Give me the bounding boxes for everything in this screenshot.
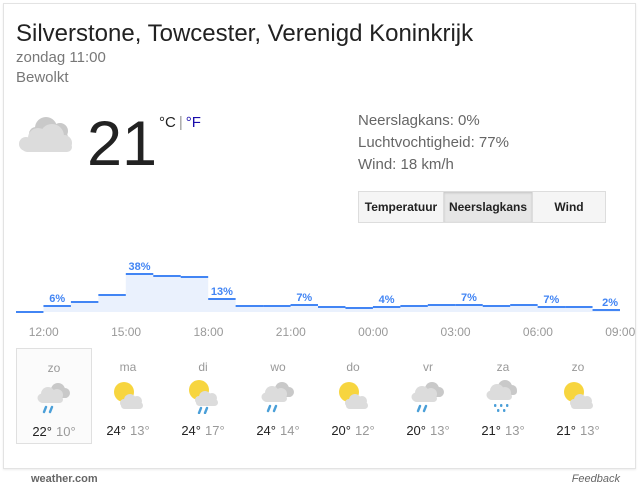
day-name: di <box>198 360 208 374</box>
day-temps: 24° 13° <box>91 423 165 438</box>
precipitation-chance: Neerslagkans: 0% <box>358 112 480 129</box>
partly-cloudy-icon <box>335 378 371 419</box>
day-forecast-zo[interactable]: zo 21° 13° <box>541 348 615 442</box>
location-title: Silverstone, Towcester, Verenigd Koninkr… <box>16 20 474 47</box>
time-label: 18:00 <box>193 325 224 339</box>
weather-details: Neerslagkans: 0% Luchtvochtigheid: 77% W… <box>358 110 509 176</box>
day-name: vr <box>423 360 433 374</box>
low-temp: 13° <box>430 423 450 438</box>
time-label: 12:00 <box>28 325 59 339</box>
current-temperature: 21 <box>87 109 158 179</box>
time-label: 00:00 <box>358 325 389 339</box>
precipitation-label: 6% <box>49 293 65 305</box>
tab-precipitation[interactable]: Neerslagkans <box>444 192 533 222</box>
day-temps: 20° 13° <box>391 423 465 438</box>
precipitation-chart: 6% 38% 13% 7% 4% 7% 7% 2% <box>16 262 620 313</box>
high-temp: 20° <box>331 423 351 438</box>
precipitation-label: 7% <box>543 294 559 306</box>
low-temp: 10° <box>56 424 76 439</box>
condition: Bewolkt <box>16 69 69 86</box>
day-forecast-wo[interactable]: wo 24° 14° <box>241 348 315 442</box>
time-label: 21:00 <box>275 325 306 339</box>
unit-toggle: °C | °F <box>159 114 201 131</box>
celsius-toggle[interactable]: °C <box>159 114 176 131</box>
cloud-rain-icon <box>36 379 72 420</box>
high-temp: 20° <box>406 423 426 438</box>
low-temp: 12° <box>355 423 375 438</box>
day-name: do <box>346 360 360 374</box>
day-temps: 21° 13° <box>541 423 615 438</box>
time-label: 15:00 <box>111 325 142 339</box>
day-temps: 20° 12° <box>316 423 390 438</box>
wind-speed: Wind: 18 km/h <box>358 156 454 173</box>
datetime: zondag 11:00 <box>16 49 106 66</box>
high-temp: 21° <box>556 423 576 438</box>
high-temp: 24° <box>256 423 276 438</box>
cloud-rain-icon <box>410 378 446 419</box>
precipitation-label: 38% <box>129 262 151 273</box>
time-label: 09:00 <box>605 325 636 339</box>
day-name: zo <box>571 360 585 374</box>
day-name: ma <box>119 360 137 374</box>
day-forecast-di[interactable]: di 24° 17° <box>166 348 240 442</box>
precipitation-label: 4% <box>379 294 395 306</box>
high-temp: 24° <box>181 423 201 438</box>
day-temps: 24° 14° <box>241 423 315 438</box>
chart-tabs: Temperatuur Neerslagkans Wind <box>358 191 606 223</box>
day-name: zo <box>47 361 61 375</box>
low-temp: 13° <box>580 423 600 438</box>
showers-icon <box>485 378 521 419</box>
precipitation-label: 7% <box>461 292 477 304</box>
low-temp: 14° <box>280 423 300 438</box>
time-label: 03:00 <box>440 325 471 339</box>
fahrenheit-toggle[interactable]: °F <box>186 114 201 131</box>
day-forecast-vr[interactable]: vr 20° 13° <box>391 348 465 442</box>
feedback-link[interactable]: Feedback <box>572 473 620 485</box>
day-name: wo <box>270 360 286 374</box>
tab-temperature[interactable]: Temperatuur <box>359 192 444 222</box>
low-temp: 17° <box>205 423 225 438</box>
time-label: 06:00 <box>522 325 553 339</box>
day-forecast-za[interactable]: za 21° 13° <box>466 348 540 442</box>
low-temp: 13° <box>130 423 150 438</box>
partly-cloudy-icon <box>110 378 146 419</box>
time-axis: 12:00 15:00 18:00 21:00 00:00 03:00 06:00 09:00 <box>16 325 636 341</box>
precipitation-label: 13% <box>211 286 233 298</box>
high-temp: 21° <box>481 423 501 438</box>
day-temps: 24° 17° <box>166 423 240 438</box>
precipitation-label: 7% <box>296 292 312 304</box>
high-temp: 24° <box>106 423 126 438</box>
day-forecast-do[interactable]: do 20° 12° <box>316 348 390 442</box>
high-temp: 22° <box>32 424 52 439</box>
precipitation-label: 2% <box>602 297 618 309</box>
cloudy-icon <box>16 112 80 165</box>
day-temps: 21° 13° <box>466 423 540 438</box>
source-link[interactable]: weather.com <box>31 473 98 485</box>
partly-cloudy-icon <box>560 378 596 419</box>
low-temp: 13° <box>505 423 525 438</box>
day-forecast-zo[interactable]: zo 22° 10° <box>16 348 92 444</box>
partly-cloudy-rain-icon <box>185 378 221 419</box>
day-name: za <box>496 360 510 374</box>
day-forecast-ma[interactable]: ma 24° 13° <box>91 348 165 442</box>
daily-forecast: zo 22° 10° ma 24° 13° di 24° 17° wo 24° 14° do 20° 12°… <box>16 348 620 444</box>
tab-wind[interactable]: Wind <box>533 192 605 222</box>
cloud-rain-icon <box>260 378 296 419</box>
unit-separator: | <box>178 114 183 131</box>
humidity: Luchtvochtigheid: 77% <box>358 134 509 151</box>
day-temps: 22° 10° <box>17 424 91 439</box>
